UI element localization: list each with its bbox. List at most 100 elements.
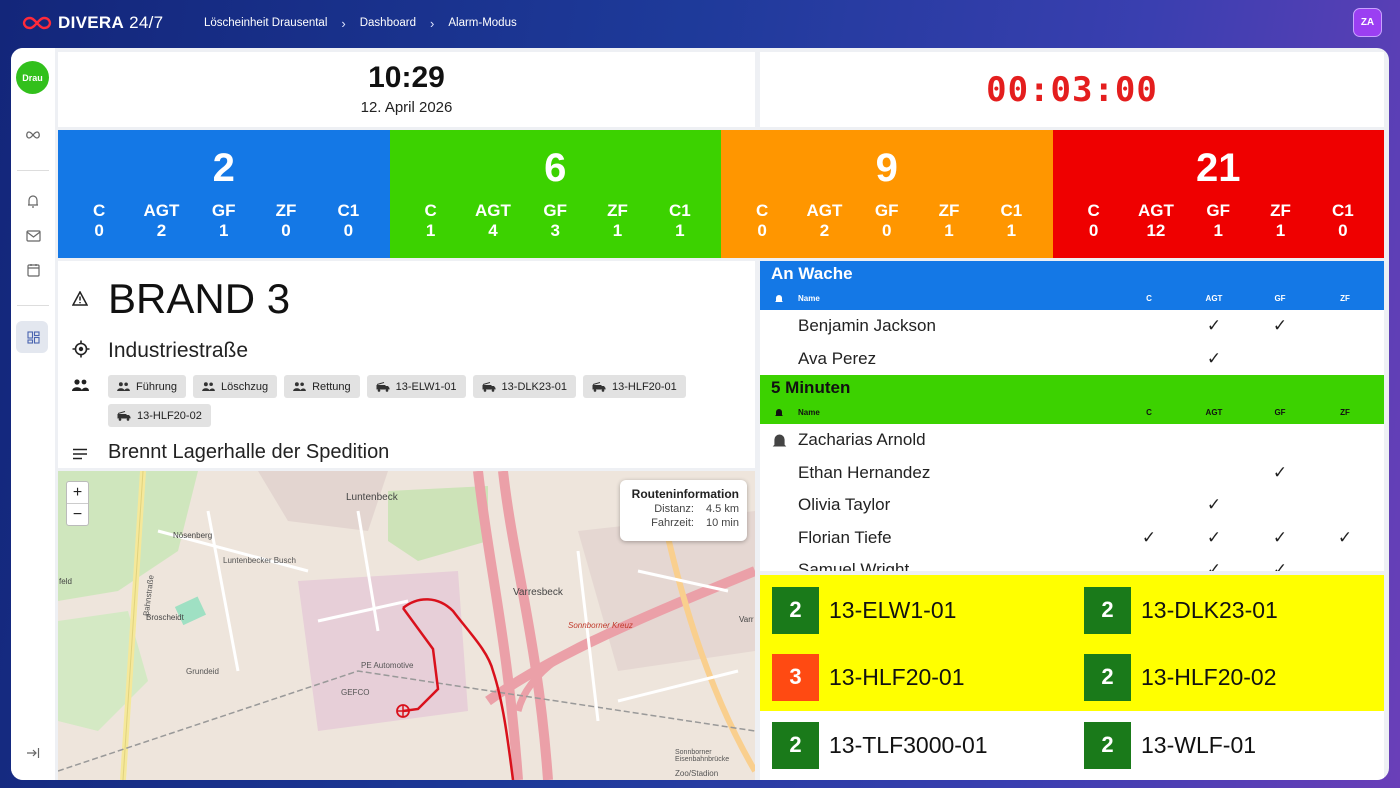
vehicle-status-badge: 2 bbox=[772, 721, 819, 769]
qual-count: 1 bbox=[675, 221, 685, 240]
qual-check: ✓ bbox=[1337, 527, 1353, 547]
recipient-chip-group[interactable]: Löschzug bbox=[192, 375, 278, 398]
chevron-right-icon: › bbox=[430, 15, 435, 31]
route-map[interactable]: Luntenbeck Nösenberg Luntenbecker Busch … bbox=[58, 471, 755, 780]
recipient-chip-vehicle[interactable]: 13-ELW1-01 bbox=[366, 375, 466, 398]
map-label: Luntenbecker Busch bbox=[223, 556, 296, 565]
qual-label: C bbox=[93, 201, 106, 220]
breadcrumb-dashboard[interactable]: Dashboard bbox=[360, 17, 416, 29]
responder-name: Ethan Hernandez bbox=[798, 462, 931, 482]
responder-row[interactable]: Ava Perez ✓ bbox=[760, 343, 1384, 376]
people-group-icon bbox=[72, 379, 89, 391]
alarm-elapsed-timer: 00:03:00 bbox=[986, 69, 1158, 110]
app-window: Drau 10:29 12. April 2026 00:03:00 2 C 0… bbox=[11, 48, 1389, 780]
recipient-chip-group[interactable]: Rettung bbox=[284, 375, 360, 398]
map-label: Zoo/Stadion bbox=[675, 769, 719, 778]
status-total: 2 bbox=[212, 146, 235, 190]
vehicle-item[interactable]: 2 13-WLF-01 bbox=[1084, 721, 1256, 769]
table-header: Name C AGT GF ZF bbox=[760, 287, 1384, 310]
qual-label: AGT bbox=[143, 201, 180, 220]
alarm-bell-icon[interactable] bbox=[23, 191, 43, 211]
chevron-right-icon: › bbox=[341, 15, 346, 31]
vehicle-item[interactable]: 2 13-DLK23-01 bbox=[1084, 586, 1278, 634]
recipient-chip-vehicle[interactable]: 13-HLF20-02 bbox=[108, 404, 211, 427]
qual-label: C bbox=[756, 201, 769, 220]
responder-name: Ava Perez bbox=[798, 348, 877, 368]
chip-label: 13-ELW1-01 bbox=[395, 380, 457, 393]
chip-label: 13-DLK23-01 bbox=[501, 380, 567, 393]
dashboard-icon[interactable] bbox=[23, 327, 43, 347]
map-label: PE Automotive bbox=[361, 661, 414, 670]
status-group-red: 21 C0 AGT 12 GF 1 ZF 1 C1 0 bbox=[1052, 130, 1384, 258]
qual-label: AGT bbox=[1137, 201, 1174, 220]
organization-badge[interactable]: Drau bbox=[16, 61, 49, 94]
qual-check: ✓ bbox=[1272, 462, 1288, 482]
responder-name: Florian Tiefe bbox=[798, 527, 892, 547]
map-label: GEFCO bbox=[341, 688, 370, 697]
responder-name: Samuel Wright bbox=[798, 560, 910, 571]
calendar-icon[interactable] bbox=[23, 260, 43, 280]
vehicle-status-panel: 2 13-ELW1-01 2 13-DLK23-01 3 13-HLF20-01… bbox=[760, 575, 1384, 780]
infinity-icon[interactable] bbox=[23, 125, 43, 145]
vehicle-status-badge: 2 bbox=[1084, 586, 1131, 634]
qual-label: C bbox=[424, 201, 437, 220]
qual-check: ✓ bbox=[1141, 527, 1157, 547]
divera-logo[interactable]: DIVERA 24/7 bbox=[22, 13, 204, 33]
qual-label: ZF bbox=[938, 201, 960, 220]
qual-count: 2 bbox=[819, 221, 830, 240]
qual-label: AGT bbox=[806, 201, 843, 220]
responder-row[interactable]: Zacharias Arnold bbox=[760, 424, 1384, 457]
breadcrumb-alarm-mode[interactable]: Alarm-Modus bbox=[448, 17, 516, 29]
fire-truck-icon bbox=[482, 381, 496, 392]
duration-value: 10 min bbox=[705, 517, 739, 529]
column-agt: AGT bbox=[1205, 294, 1223, 303]
vehicle-item[interactable]: 2 13-TLF3000-01 bbox=[772, 721, 988, 769]
qual-label: GF bbox=[543, 201, 568, 220]
status-group-orange: 9 C0 AGT 2 GF 0 ZF 1 C1 1 bbox=[721, 130, 1053, 258]
breadcrumb-unit[interactable]: Löscheinheit Drausental bbox=[204, 17, 327, 29]
map-label: Nösenberg bbox=[173, 531, 213, 540]
sidebar: Drau bbox=[11, 48, 55, 780]
responder-row[interactable]: Benjamin Jackson ✓ ✓ bbox=[760, 310, 1384, 343]
clock-panel: 10:29 12. April 2026 bbox=[58, 52, 755, 127]
fire-truck-icon bbox=[376, 381, 390, 392]
zoom-out-button[interactable]: − bbox=[67, 504, 88, 526]
responder-list[interactable]: An Wache Name C AGT GF ZF Benjamin Jacks… bbox=[760, 261, 1384, 571]
alarm-details-panel: BRAND 3 Industriestraße Führung Löschzug… bbox=[58, 261, 755, 468]
group-header-5-minutes: 5 Minuten bbox=[760, 375, 1384, 401]
qual-check: ✓ bbox=[1272, 316, 1288, 336]
zoom-in-button[interactable]: + bbox=[67, 482, 88, 504]
qual-count: 1 bbox=[219, 221, 229, 240]
recipient-chip-group[interactable]: Führung bbox=[108, 375, 186, 398]
vehicle-item[interactable]: 2 13-HLF20-02 bbox=[1084, 653, 1277, 701]
current-time: 10:29 bbox=[368, 61, 445, 94]
logout-icon[interactable] bbox=[23, 743, 43, 763]
responder-row[interactable]: Samuel Wright ✓ ✓ bbox=[760, 554, 1384, 571]
recipient-chip-vehicle[interactable]: 13-DLK23-01 bbox=[472, 375, 576, 398]
responder-name: Olivia Taylor bbox=[798, 495, 891, 515]
qual-label: C bbox=[1087, 201, 1100, 220]
alarm-timer-panel: 00:03:00 bbox=[760, 52, 1384, 127]
vehicle-item[interactable]: 3 13-HLF20-01 bbox=[772, 653, 965, 701]
top-bar: DIVERA 24/7 Löscheinheit Drausental › Da… bbox=[0, 0, 1400, 46]
status-summary: 2 C0 AGT 2 GF 1 ZF 0 C1 0 6 C1 AGT 4 GF 3 ZF 1 … bbox=[58, 130, 1384, 258]
qual-label: AGT bbox=[474, 201, 511, 220]
user-avatar[interactable]: ZA bbox=[1353, 8, 1382, 37]
responder-row[interactable]: Florian Tiefe ✓ ✓ ✓ ✓ bbox=[760, 522, 1384, 555]
responder-row[interactable]: Olivia Taylor ✓ bbox=[760, 489, 1384, 522]
column-name: Name bbox=[798, 294, 820, 303]
qual-count: 3 bbox=[550, 221, 560, 240]
vehicle-status-badge: 3 bbox=[772, 653, 819, 701]
responder-row[interactable]: Ethan Hernandez ✓ bbox=[760, 457, 1384, 490]
recipient-chip-vehicle[interactable]: 13-HLF20-01 bbox=[582, 375, 686, 398]
brand-name: DIVERA bbox=[58, 13, 125, 32]
column-gf: GF bbox=[1274, 294, 1286, 303]
alarm-address: Industriestraße bbox=[108, 339, 249, 362]
qual-label: C1 bbox=[337, 201, 360, 220]
alarm-recipients: Führung Löschzug Rettung 13-ELW1-01 13-D… bbox=[108, 375, 708, 427]
mail-icon[interactable] bbox=[23, 226, 43, 246]
column-c: C bbox=[1146, 294, 1152, 303]
vehicle-item[interactable]: 2 13-ELW1-01 bbox=[772, 586, 956, 634]
location-target-icon bbox=[72, 340, 90, 358]
vehicle-name: 13-WLF-01 bbox=[1141, 731, 1257, 758]
